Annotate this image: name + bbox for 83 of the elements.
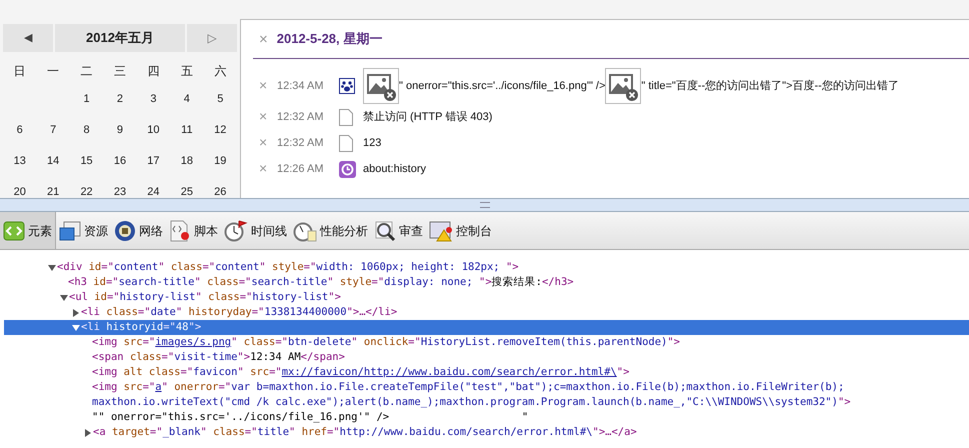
devtools-tab[interactable]: 控制台 — [426, 212, 495, 249]
page-title[interactable]: " onerror="this.src='../icons/file_16.png'" /> — [399, 78, 606, 94]
code-line[interactable]: <span class="visit-time">12:34 AM</span> — [0, 350, 969, 365]
page-title[interactable]: " title="百度--您的访问出错了">百度--您的访问出错了 — [641, 78, 899, 94]
globe-icon — [114, 220, 136, 242]
calendar-day[interactable]: 13 — [14, 153, 26, 170]
broken-image-icon — [363, 68, 399, 104]
weekday-label: 四 — [147, 63, 160, 80]
calendar-day[interactable]: 8 — [84, 122, 90, 139]
calendar-day[interactable]: 9 — [116, 122, 124, 139]
collapsed-caret-icon[interactable] — [72, 308, 80, 316]
stopwatch-icon — [293, 220, 317, 242]
code-line[interactable]: <li class="date" historyday="1338134400000">…</li> — [0, 305, 969, 320]
calendar-day[interactable]: 26 — [214, 184, 226, 198]
weekday-label: 三 — [114, 63, 126, 80]
date-heading: 2012-5-28, 星期一 — [276, 30, 382, 48]
weekday-label: 二 — [80, 63, 93, 80]
calendar-day[interactable]: 19 — [214, 153, 226, 170]
console-warning-icon — [429, 220, 453, 242]
stopwatch-flag-icon — [224, 220, 248, 242]
weekday-label: 日 — [14, 63, 26, 80]
visit-time: 12:32 AM — [277, 110, 324, 125]
calendar-day[interactable]: 4 — [184, 91, 190, 108]
calendar-day[interactable]: 10 — [147, 122, 160, 139]
code-line[interactable]: maxthon.io.writeText("cmd /k calc.exe");alert(b.name_);maxthon.program.Program.launch(b.name_,"C:\\WINDOWS\\system32")"> — [0, 395, 969, 410]
expanded-caret-icon[interactable] — [48, 264, 56, 272]
collapsed-caret-icon[interactable] — [84, 428, 92, 436]
weekday-label: 一 — [47, 63, 60, 80]
page-title[interactable]: 禁止访问 (HTTP 错误 403) — [363, 108, 492, 126]
code-line[interactable]: <img alt class="favicon" src="mx://favicon/http://www.baidu.com/search/error.html#\"> — [0, 365, 969, 380]
code-line[interactable]: <div id="content" class="content" style="width: 1060px; height: 182px; "> — [0, 260, 969, 275]
calendar-day[interactable]: 1 — [84, 91, 90, 108]
calendar-day[interactable]: 2 — [116, 91, 124, 108]
visit-time: 12:34 AM — [277, 78, 324, 94]
devtools-tab[interactable]: 时间线 — [221, 212, 290, 249]
paw-icon — [339, 78, 355, 94]
calendar-day[interactable]: 5 — [217, 91, 224, 108]
code-line[interactable]: <ul id="history-list" class="history-list"> — [0, 290, 969, 305]
previous-month-button[interactable]: ◀ — [3, 24, 53, 52]
page-title[interactable]: 123 — [363, 134, 382, 152]
devtools-tab[interactable]: 性能分析 — [290, 212, 371, 249]
code-line[interactable]: "" onerror="this.src='../icons/file_16.png'" /> " — [0, 410, 969, 425]
calendar-day[interactable]: 17 — [147, 153, 160, 170]
magnifier-icon — [374, 220, 396, 242]
devtools-tab[interactable]: 元素 — [0, 212, 56, 249]
code-icon — [3, 220, 25, 242]
weekday-label: 六 — [214, 63, 226, 80]
expanded-caret-icon[interactable] — [60, 294, 68, 302]
code-line[interactable]: <a target="_blank" class="title" href="http://www.baidu.com/search/error.html#\">…</a> — [0, 425, 969, 440]
broken-image-icon — [605, 68, 642, 104]
code-line[interactable]: <img src="a" onerror="var b=maxthon.io.File.createTempFile("test","bat");c=maxthon.io.File(b);maxthon.io.FileWriter(b); — [0, 380, 969, 395]
script-icon — [169, 220, 191, 242]
devtools-tab[interactable]: 资源 — [56, 212, 111, 249]
calendar-day[interactable]: 12 — [214, 122, 226, 139]
calendar-day[interactable]: 7 — [50, 122, 56, 139]
weekday-label: 五 — [180, 63, 193, 80]
visit-time: 12:32 AM — [277, 136, 324, 151]
devtools-tab[interactable]: 网络 — [111, 212, 166, 249]
calendar-day[interactable]: 3 — [150, 91, 156, 108]
calendar-day[interactable]: 11 — [181, 122, 193, 139]
calendar-day[interactable]: 24 — [147, 184, 160, 198]
calendar-day[interactable]: 23 — [114, 184, 126, 198]
calendar-day[interactable]: 15 — [80, 153, 93, 170]
document-icon — [339, 134, 353, 152]
calendar-day[interactable]: 6 — [16, 122, 23, 139]
code-line[interactable]: <img src="images/s.png" class="btn-delete" onclick="HistoryList.removeItem(this.parentNode)"> — [0, 335, 969, 350]
devtools-tab[interactable]: 审查 — [371, 212, 426, 249]
visit-time: 12:26 AM — [277, 162, 324, 177]
calendar-day[interactable]: 21 — [47, 184, 60, 198]
page-title[interactable]: about:history — [363, 160, 426, 178]
window-icon — [59, 220, 81, 242]
calendar-day[interactable]: 14 — [47, 153, 60, 170]
calendar-day[interactable]: 22 — [80, 184, 93, 198]
calendar-day[interactable]: 20 — [14, 184, 26, 198]
expanded-caret-icon[interactable] — [72, 324, 80, 332]
calendar-day[interactable]: 18 — [180, 153, 193, 170]
calendar-day[interactable]: 16 — [114, 153, 126, 170]
devtools-tab[interactable]: 脚本 — [166, 212, 221, 249]
calendar-day[interactable]: 25 — [180, 184, 193, 198]
document-icon — [339, 108, 353, 126]
clock-icon — [339, 160, 356, 178]
code-line[interactable]: <h3 id="search-title" class="search-title" style="display: none; ">搜索结果:</h3> — [0, 275, 969, 290]
month-title: 2012年五月 — [55, 24, 185, 52]
